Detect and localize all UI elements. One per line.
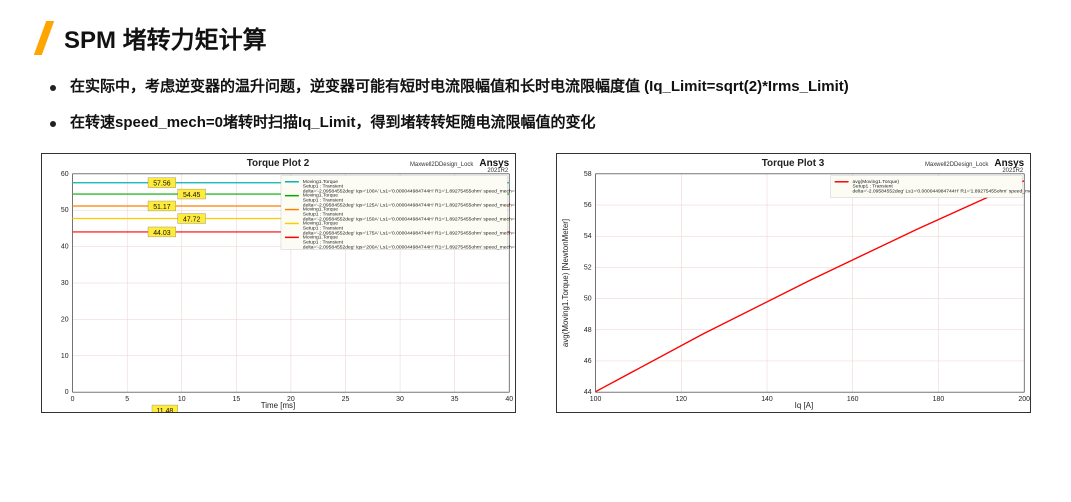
- svg-text:40: 40: [505, 396, 513, 403]
- svg-text:57.56: 57.56: [153, 181, 171, 188]
- svg-text:47.72: 47.72: [182, 217, 200, 224]
- svg-text:180: 180: [932, 396, 944, 403]
- brand-sub: 2021R2: [1002, 168, 1023, 174]
- svg-text:0: 0: [70, 396, 74, 403]
- svg-text:25: 25: [341, 396, 349, 403]
- svg-text:48: 48: [583, 327, 591, 334]
- svg-text:140: 140: [761, 396, 773, 403]
- svg-text:46: 46: [583, 358, 591, 365]
- bullet-text: 在转速speed_mech=0堵转时扫描Iq_Limit，得到堵转转矩随电流限幅…: [70, 111, 596, 135]
- chart-torque-plot-3: Torque Plot 3 Maxwell2DDesign_Lock Ansys…: [556, 153, 1031, 418]
- svg-text:30: 30: [396, 396, 404, 403]
- bullet-icon: [50, 85, 56, 91]
- svg-text:54.45: 54.45: [182, 192, 200, 199]
- slide: SPM 堵转力矩计算 在实际中，考虑逆变器的温升问题，逆变器可能有短时电流限幅值…: [0, 0, 1071, 438]
- svg-text:100: 100: [589, 396, 601, 403]
- chart-title: Torque Plot 3: [761, 158, 824, 169]
- title-bar: SPM 堵转力矩计算: [40, 20, 1031, 55]
- svg-text:0: 0: [64, 389, 68, 396]
- bullet-icon: [50, 121, 56, 127]
- svg-text:160: 160: [846, 396, 858, 403]
- plot-area: 1001201401601802004446485052545658avg(Mo…: [583, 171, 1030, 403]
- x-axis-label: Time [ms]: [260, 401, 294, 410]
- bullet-text: 在实际中，考虑逆变器的温升问题，逆变器可能有短时电流限幅值和长时电流限幅度值 (…: [70, 75, 849, 99]
- svg-text:15: 15: [232, 396, 240, 403]
- svg-text:44.03: 44.03: [153, 230, 171, 237]
- bullet-list: 在实际中，考虑逆变器的温升问题，逆变器可能有短时电流限幅值和长时电流限幅度值 (…: [50, 75, 1021, 135]
- svg-text:10: 10: [177, 396, 185, 403]
- chart-title: Torque Plot 2: [246, 158, 309, 169]
- svg-text:120: 120: [675, 396, 687, 403]
- svg-text:delta='-2.09584552deg' Ls1='0.: delta='-2.09584552deg' Ls1='0.0000449847…: [852, 189, 1030, 195]
- page-title: SPM 堵转力矩计算: [64, 20, 267, 55]
- plot-area: 0510152025303540010203040506057.5654.455…: [60, 171, 515, 403]
- brand-sub: 2021R2: [487, 168, 508, 174]
- svg-text:58: 58: [583, 171, 591, 178]
- svg-text:50: 50: [60, 207, 68, 214]
- svg-text:20: 20: [60, 316, 68, 323]
- svg-text:60: 60: [60, 171, 68, 178]
- svg-text:5: 5: [125, 396, 129, 403]
- svg-text:50: 50: [583, 296, 591, 303]
- svg-text:35: 35: [450, 396, 458, 403]
- software-label: Maxwell2DDesign_Lock: [924, 162, 987, 168]
- floor-label: 11.48: [151, 405, 177, 413]
- svg-text:30: 30: [60, 280, 68, 287]
- chart-svg: Torque Plot 2 Maxwell2DDesign_Lock Ansys…: [41, 153, 516, 413]
- software-label: Maxwell2DDesign_Lock: [409, 162, 472, 168]
- chart-torque-plot-2: Torque Plot 2 Maxwell2DDesign_Lock Ansys…: [41, 153, 516, 418]
- x-axis-label: Iq [A]: [794, 401, 813, 410]
- svg-text:56: 56: [583, 202, 591, 209]
- svg-text:200: 200: [1018, 396, 1030, 403]
- svg-text:delta='-2.09584552deg' Iqs='20: delta='-2.09584552deg' Iqs='200A' Ls1='0…: [302, 244, 515, 250]
- svg-text:51.17: 51.17: [153, 204, 171, 211]
- title-accent-icon: [34, 21, 54, 55]
- svg-text:52: 52: [583, 264, 591, 271]
- svg-text:40: 40: [60, 244, 68, 251]
- chart-svg: Torque Plot 3 Maxwell2DDesign_Lock Ansys…: [556, 153, 1031, 413]
- list-item: 在转速speed_mech=0堵转时扫描Iq_Limit，得到堵转转矩随电流限幅…: [50, 111, 1021, 135]
- svg-text:11.48: 11.48: [156, 408, 173, 413]
- list-item: 在实际中，考虑逆变器的温升问题，逆变器可能有短时电流限幅值和长时电流限幅度值 (…: [50, 75, 1021, 99]
- y-axis-label: avg(Moving1.Torque) [NewtonMeter]: [560, 219, 569, 347]
- svg-text:44: 44: [583, 389, 591, 396]
- svg-text:10: 10: [60, 353, 68, 360]
- charts-row: Torque Plot 2 Maxwell2DDesign_Lock Ansys…: [40, 153, 1031, 418]
- svg-text:54: 54: [583, 233, 591, 240]
